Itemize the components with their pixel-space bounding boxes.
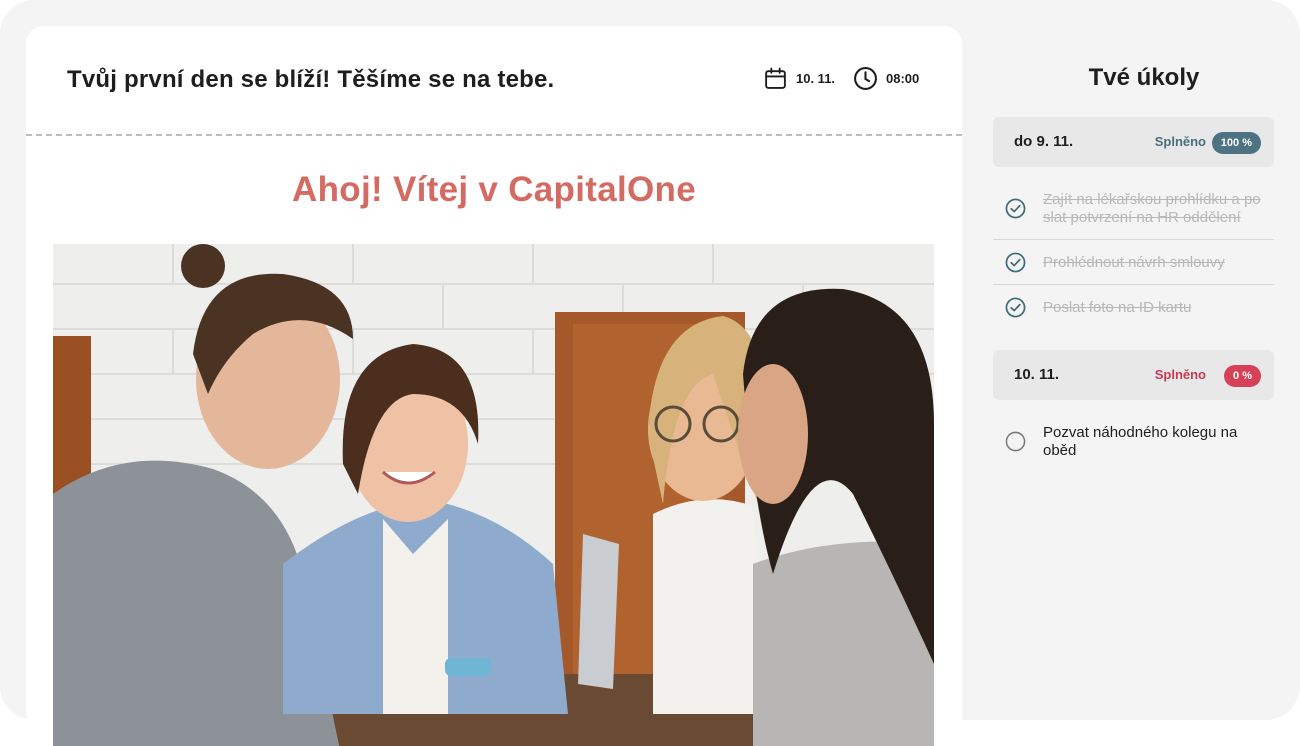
checked-circle-icon[interactable]: [1005, 297, 1026, 318]
task-item[interactable]: Prohlédnout návrh smlouvy: [993, 250, 1274, 284]
task-group-status: Splněno: [1154, 134, 1206, 149]
task-group-status: Splněno: [1154, 367, 1206, 382]
card-header: Tvůj první den se blíží! Těšíme se na te…: [26, 26, 962, 136]
task-item[interactable]: Zajít na lékařskou prohlídku a po slat p…: [993, 189, 1274, 239]
task-group-deadline: do 9. 11.: [1014, 133, 1074, 150]
divider: [993, 239, 1274, 240]
checked-circle-icon[interactable]: [1005, 252, 1026, 273]
task-group-header[interactable]: do 9. 11. Splněno 100 %: [993, 117, 1274, 167]
calendar-icon: [765, 67, 786, 89]
event-date-text: 10. 11.: [796, 71, 836, 86]
progress-badge: 100 %: [1211, 132, 1261, 154]
welcome-heading: Ahoj! Vítej v CapitalOne: [292, 170, 696, 209]
page-title: Tvůj první den se blíží! Těšíme se na te…: [67, 66, 555, 93]
task-text: Pozvat náhodného kolegu na oběd: [1043, 424, 1238, 459]
divider: [993, 284, 1274, 285]
event-time: 08:00: [853, 66, 919, 91]
team-photo: [53, 244, 934, 746]
checked-circle-icon[interactable]: [1005, 198, 1026, 219]
unchecked-circle-icon[interactable]: [1005, 431, 1026, 452]
task-item[interactable]: Pozvat náhodného kolegu na oběd: [993, 423, 1274, 463]
event-time-text: 08:00: [886, 71, 920, 86]
tasks-title: Tvé úkoly: [1088, 64, 1200, 91]
task-group-deadline: 10. 11.: [1014, 366, 1060, 383]
task-text: Zajít na lékařskou prohlídku a po slat p…: [1043, 191, 1261, 226]
progress-badge: 0 %: [1224, 365, 1261, 387]
clock-icon: [854, 67, 877, 90]
task-group-header[interactable]: 10. 11. Splněno 0 %: [993, 350, 1274, 400]
task-item[interactable]: Poslat foto na ID kartu: [993, 295, 1274, 329]
task-text: Prohlédnout návrh smlouvy: [1043, 254, 1225, 271]
task-text: Poslat foto na ID kartu: [1043, 299, 1192, 316]
welcome-card: Tvůj první den se blíží! Těšíme se na te…: [26, 26, 962, 746]
event-date: 10. 11.: [763, 66, 835, 91]
